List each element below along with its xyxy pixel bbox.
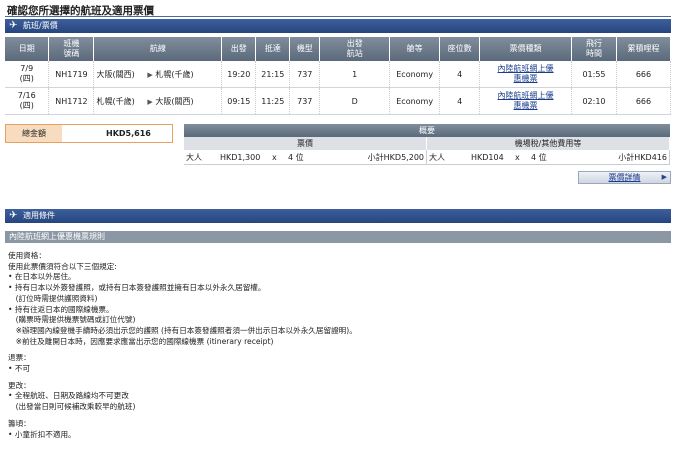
section-bar-flights: ✈ 航班/票價 bbox=[5, 19, 671, 33]
column-header: 座位數 bbox=[439, 37, 481, 61]
tax-pax: 大人 bbox=[429, 152, 445, 162]
seat-count: 4 bbox=[439, 87, 481, 115]
arrow-right-icon: ▶ bbox=[147, 97, 153, 106]
rule-line: ※前往及離開日本時，因應要求應當出示您的國際線機票 (itinerary rec… bbox=[8, 336, 274, 346]
fare-type-link[interactable]: 內陸航班網上優 惠機票 bbox=[498, 91, 554, 111]
rule-line: • 持有往返日本的國際線機票。 bbox=[8, 304, 114, 314]
column-header: 飛行 時間 bbox=[571, 37, 617, 61]
fare-details-label: 票價詳情 bbox=[608, 173, 641, 182]
route: 大阪(關西) ▶ 札幌(千歲) bbox=[93, 61, 223, 88]
fare-details-button[interactable]: 票價詳情 ▶ bbox=[578, 171, 671, 184]
rule-line: • 全程航班、日期及路線均不可更改 bbox=[8, 391, 129, 401]
flight-date: 7/16 (四) bbox=[5, 87, 50, 115]
total-label: 總金額 bbox=[6, 125, 62, 142]
section-bar-conditions: ✈ 適用條件 bbox=[5, 209, 671, 223]
fare-type: 內陸航班網上優 惠機票 bbox=[479, 87, 572, 115]
rule-line: 更改： bbox=[8, 380, 31, 390]
fare-type-link[interactable]: 內陸航班網上優 惠機票 bbox=[498, 64, 554, 84]
origin: 大阪(關西) bbox=[96, 69, 135, 79]
tax-amount: HKD104 bbox=[471, 152, 504, 162]
flight-number: NH1719 bbox=[48, 61, 95, 88]
fare-type: 內陸航班網上優 惠機票 bbox=[479, 61, 572, 88]
title-divider bbox=[5, 16, 671, 17]
column-header: 航線 bbox=[93, 37, 223, 61]
rules-title: 內陸航班網上優惠機票規則 bbox=[5, 231, 671, 243]
tax-cell: 大人 HKD104 x 4 位 小計HKD416 bbox=[427, 150, 670, 164]
total-value: HKD5,616 bbox=[106, 129, 151, 138]
rule-line: • 持有日本以外簽發護照，或持有日本簽發護照並擁有日本以外永久居留權。 bbox=[8, 283, 266, 293]
flight-date: 7/9 (四) bbox=[5, 61, 50, 88]
rule-line: ※辦理國內線登機手續時必須出示您的護照 (持有日本簽發護照者須一併出示日本以外永… bbox=[8, 325, 357, 335]
rule-line: (出發當日則可候補改乘較早的航班) bbox=[8, 402, 136, 412]
airplane-icon: ✈ bbox=[9, 20, 18, 31]
flight-row: 7/9 (四) NH1719 大阪(關西) ▶ 札幌(千歲) 19:20 21:15 73… bbox=[5, 61, 672, 88]
fare-pax: 大人 bbox=[186, 152, 202, 162]
departure-terminal: 1 bbox=[319, 61, 391, 88]
summary-panel: 概要 票價 機場稅/其他費用等 大人 HKD1,300 x 4 位 小計HKD5… bbox=[184, 124, 670, 165]
flight-duration: 01:55 bbox=[571, 61, 617, 88]
cabin-class: Economy bbox=[389, 87, 441, 115]
flight-table: 日期 班機 號碼 航線 出發 抵達 機型 出發 航站 艙等 座位數 票價種類 飛行 時間 累積哩程 7… bbox=[5, 37, 672, 115]
departure-time: 09:15 bbox=[221, 87, 257, 115]
fare-x: x bbox=[272, 152, 277, 162]
rule-line: 使用此票價須符合以下三個規定: bbox=[8, 261, 117, 271]
cabin-class: Economy bbox=[389, 61, 441, 88]
aircraft-type: 737 bbox=[289, 61, 321, 88]
tax-header: 機場稅/其他費用等 bbox=[427, 137, 670, 150]
tax-x: x bbox=[515, 152, 520, 162]
fare-cell: 大人 HKD1,300 x 4 位 小計HKD5,200 bbox=[184, 150, 427, 164]
column-header: 票價種類 bbox=[479, 37, 572, 61]
origin: 札幌(千歲) bbox=[96, 96, 135, 106]
departure-terminal: D bbox=[319, 87, 391, 115]
rule-line: • 不可 bbox=[8, 364, 31, 374]
seat-count: 4 bbox=[439, 61, 481, 88]
departure-time: 19:20 bbox=[221, 61, 257, 88]
airplane-icon: ✈ bbox=[9, 210, 18, 221]
rule-line: 退票： bbox=[8, 353, 31, 363]
column-header: 機型 bbox=[289, 37, 321, 61]
rule-line: 籌頃： bbox=[8, 418, 31, 428]
section-label: 航班/票價 bbox=[23, 21, 58, 30]
column-header: 班機 號碼 bbox=[48, 37, 95, 61]
arrow-right-icon: ▶ bbox=[147, 70, 153, 79]
rule-line: (訂位時需提供護照資料) bbox=[8, 293, 98, 303]
rule-line: • 在日本以外居住。 bbox=[8, 272, 76, 282]
summary-title: 概要 bbox=[184, 124, 670, 137]
rule-line: 使用資格： bbox=[8, 251, 46, 260]
total-amount-box: 總金額 HKD5,616 bbox=[5, 124, 173, 143]
summary-row: 大人 HKD1,300 x 4 位 小計HKD5,200 大人 HKD104 x… bbox=[184, 150, 670, 165]
aircraft-type: 737 bbox=[289, 87, 321, 115]
fare-subtotal: 小計HKD5,200 bbox=[367, 152, 424, 162]
column-header: 抵達 bbox=[255, 37, 291, 61]
fare-amount: HKD1,300 bbox=[220, 152, 261, 162]
accumulated-miles: 666 bbox=[616, 61, 672, 88]
column-header: 出發 bbox=[221, 37, 257, 61]
flight-row: 7/16 (四) NH1712 札幌(千歲) ▶ 大阪(關西) 09:15 11:25 7… bbox=[5, 87, 672, 115]
tax-count: 4 位 bbox=[531, 152, 547, 162]
tax-subtotal: 小計HKD416 bbox=[618, 152, 667, 162]
fare-count: 4 位 bbox=[288, 152, 304, 162]
section-label: 適用條件 bbox=[23, 211, 55, 220]
destination: 大阪(關西) bbox=[155, 96, 194, 106]
accumulated-miles: 666 bbox=[616, 87, 672, 115]
fare-header: 票價 bbox=[184, 137, 427, 150]
flight-duration: 02:10 bbox=[571, 87, 617, 115]
rule-line: • 小童折扣不適用。 bbox=[8, 429, 76, 439]
route: 札幌(千歲) ▶ 大阪(關西) bbox=[93, 87, 223, 115]
triangle-right-icon: ▶ bbox=[661, 173, 667, 181]
column-header: 艙等 bbox=[389, 37, 441, 61]
flight-number: NH1712 bbox=[48, 87, 95, 115]
rule-line: (購票時需提供機票號碼或訂位代號) bbox=[8, 315, 136, 325]
column-header: 出發 航站 bbox=[319, 37, 391, 61]
destination: 札幌(千歲) bbox=[155, 69, 194, 79]
column-header: 日期 bbox=[5, 37, 50, 61]
fare-rules: 使用資格： 使用此票價須符合以下三個規定: • 在日本以外居住。 • 持有日本以外簽發… bbox=[8, 251, 668, 440]
arrival-time: 11:25 bbox=[255, 87, 291, 115]
column-header: 累積哩程 bbox=[616, 37, 672, 61]
arrival-time: 21:15 bbox=[255, 61, 291, 88]
